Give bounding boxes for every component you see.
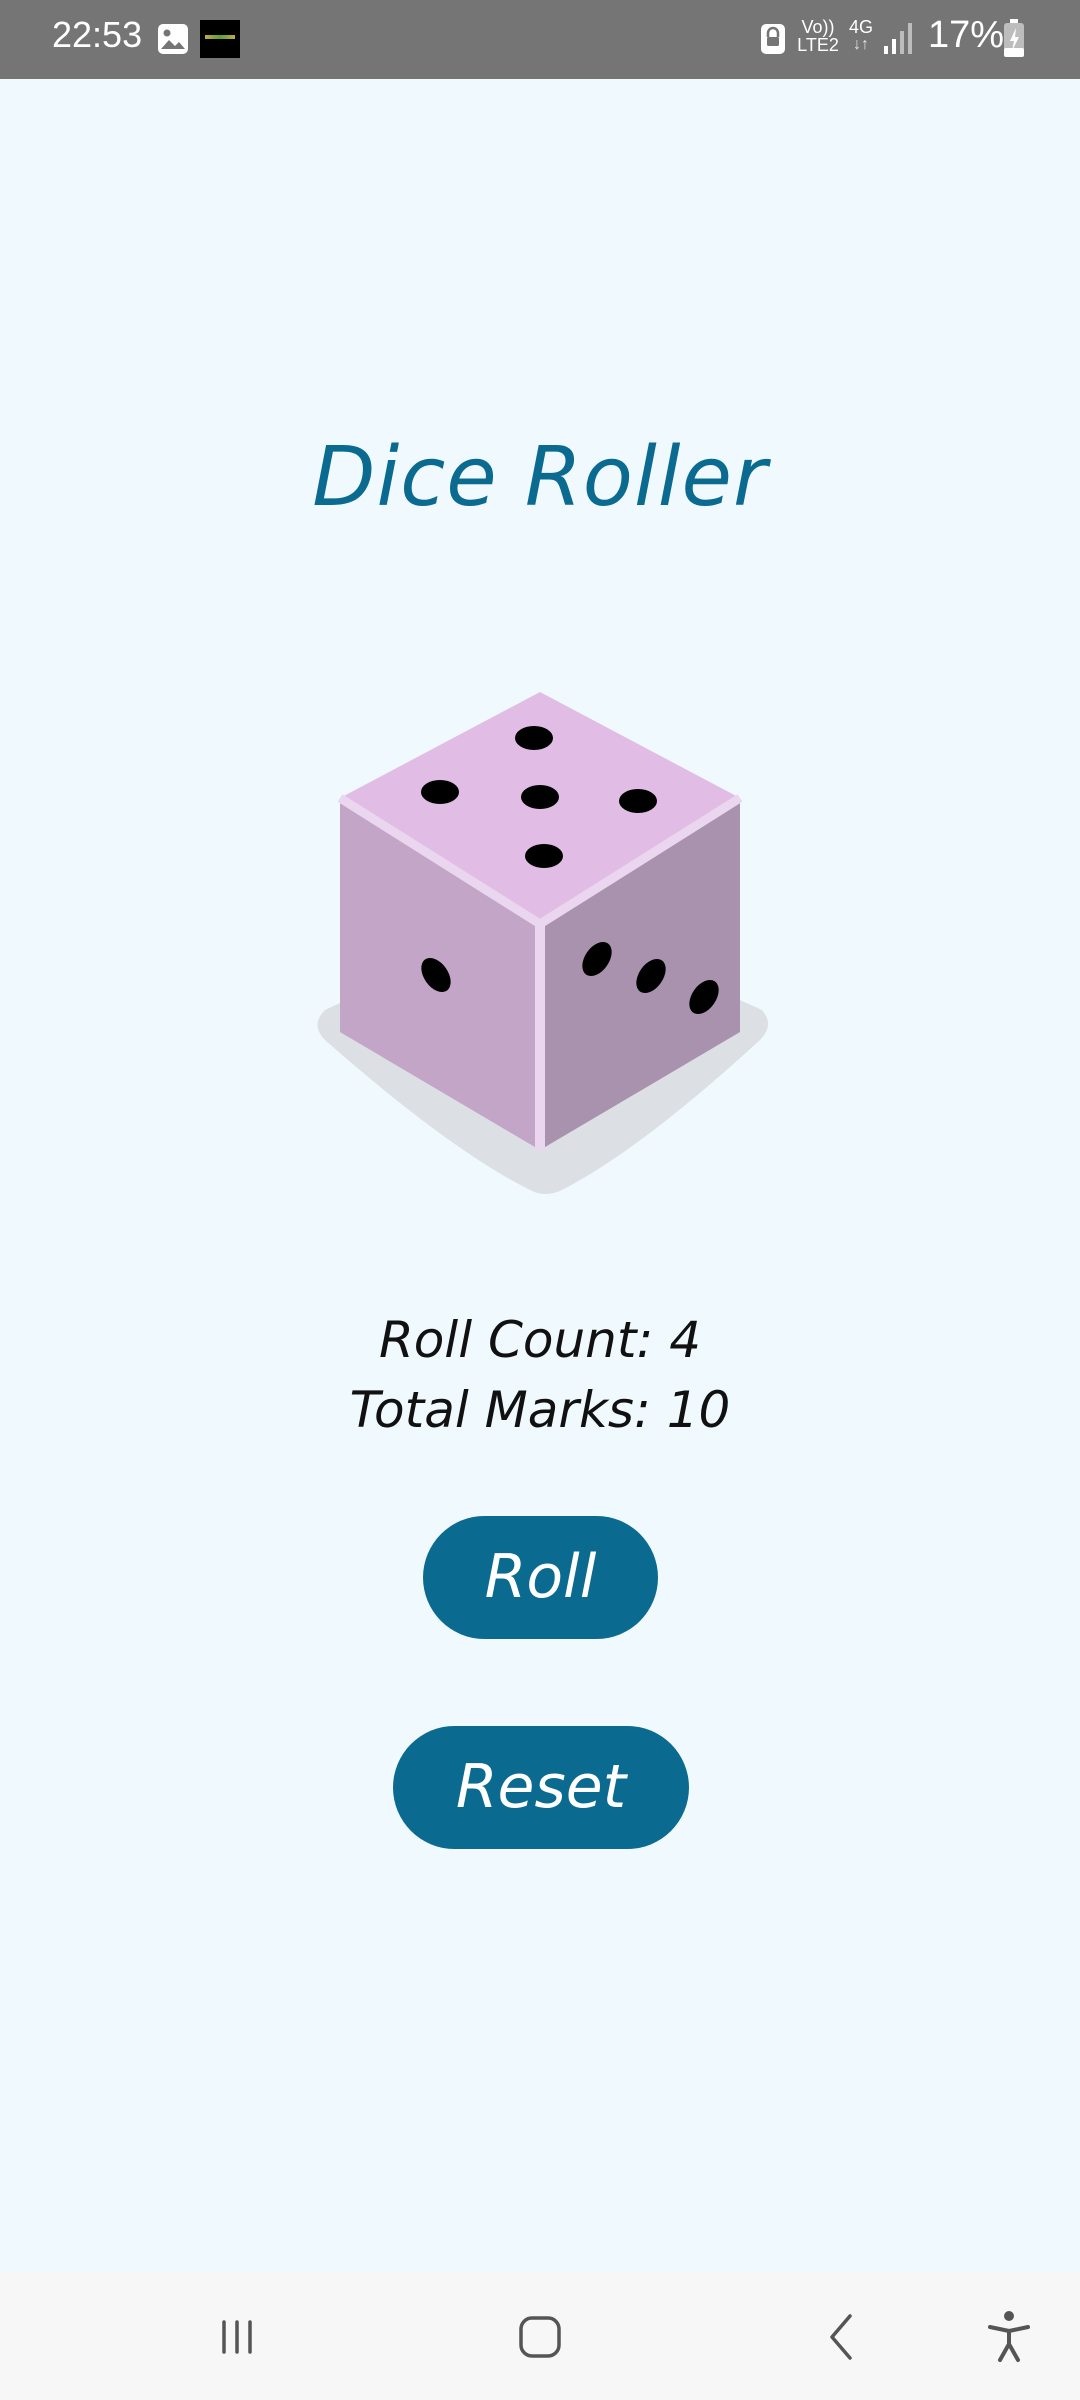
total-marks: Total Marks: 10 [349, 1381, 731, 1439]
home-icon[interactable] [505, 2302, 575, 2372]
status-time: 22:53 [52, 14, 143, 55]
volte-line1: Vo)) [801, 17, 835, 37]
volte-line2: LTE2 [797, 35, 839, 55]
accessibility-icon[interactable] [974, 2302, 1044, 2372]
pip [525, 844, 563, 868]
recent-apps-icon[interactable] [202, 2302, 272, 2372]
pip [421, 780, 459, 804]
data-arrows-icon: ↓↑ [853, 36, 869, 53]
stats: Roll Count: 4 Total Marks: 10 [0, 1305, 1080, 1445]
volte-indicator: Vo)) LTE2 [796, 18, 840, 54]
battery-percent: 17% [928, 14, 1005, 56]
lock-icon [761, 24, 785, 54]
roll-button[interactable]: Roll [423, 1516, 658, 1639]
battery-icon [1004, 19, 1024, 57]
gallery-icon [158, 24, 188, 54]
app-thumbnail-icon [200, 20, 240, 58]
pip [521, 785, 559, 809]
app-title: Dice Roller [312, 430, 768, 525]
dice[interactable] [300, 680, 780, 1200]
reset-button[interactable]: Reset [393, 1726, 689, 1849]
roll-count: Roll Count: 4 [378, 1311, 702, 1369]
signal-icon [884, 23, 912, 54]
back-icon[interactable] [808, 2302, 878, 2372]
status-bar: 22:53 Vo)) LTE2 4G ↓↑ 17% [0, 0, 1080, 79]
network-indicator: 4G ↓↑ [846, 18, 876, 54]
pip [515, 726, 553, 750]
network-type: 4G [848, 17, 873, 37]
pip [619, 789, 657, 813]
navigation-bar [0, 2272, 1080, 2400]
